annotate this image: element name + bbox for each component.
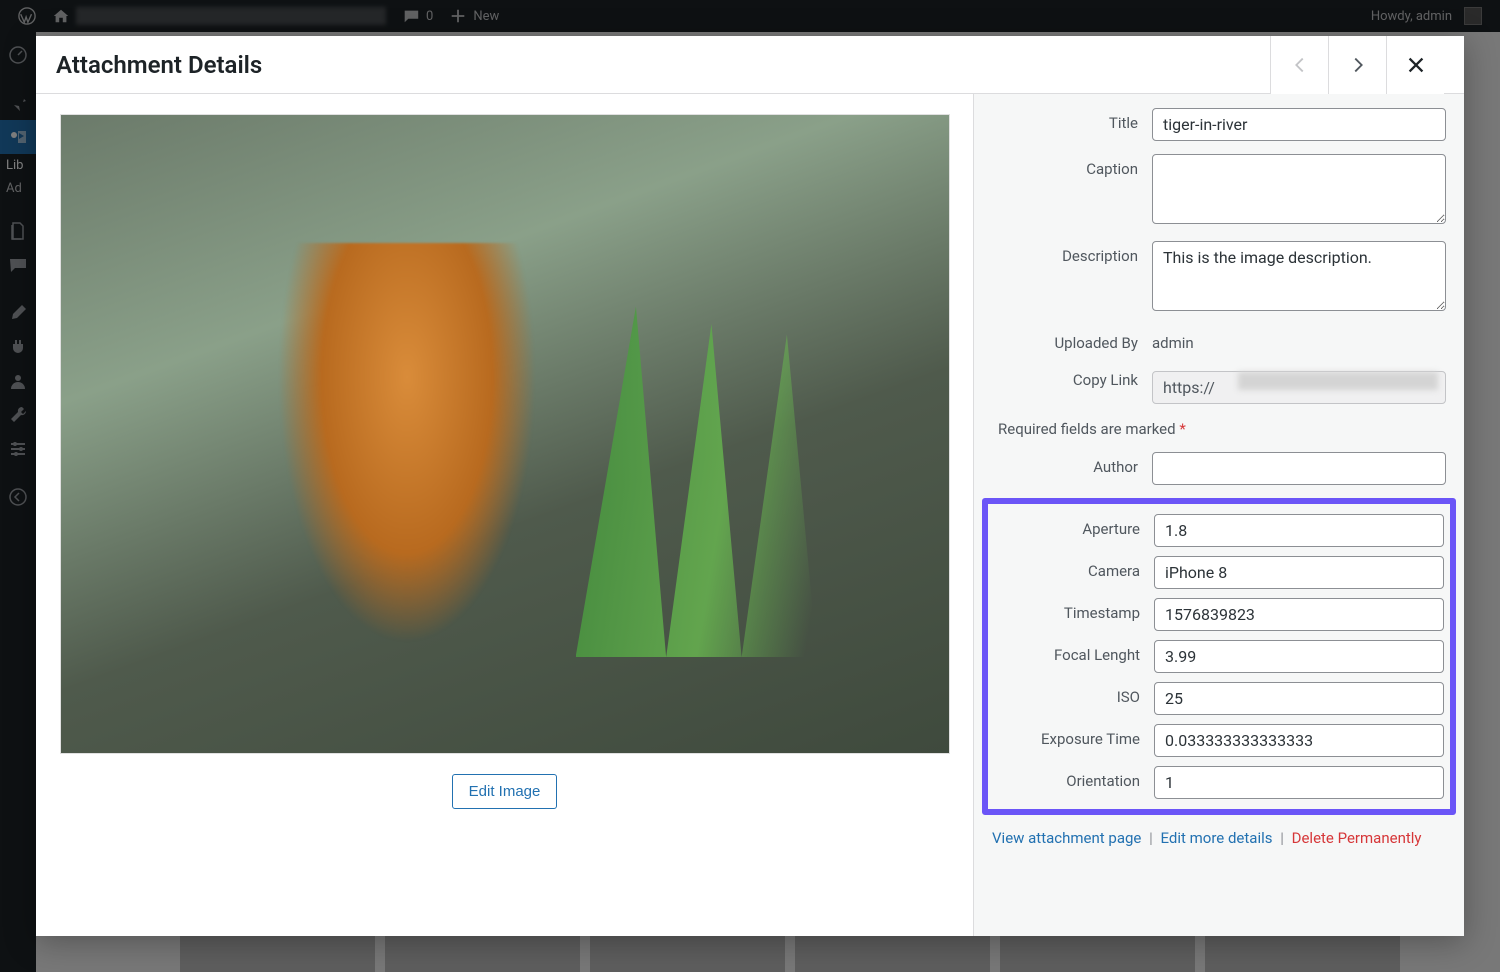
modal-title: Attachment Details <box>56 51 262 79</box>
delete-permanently-link[interactable]: Delete Permanently <box>1292 829 1422 847</box>
description-label: Description <box>992 241 1152 265</box>
camera-label: Camera <box>994 556 1154 580</box>
orientation-input[interactable] <box>1154 766 1444 799</box>
modal-header: Attachment Details <box>36 36 1464 94</box>
author-input[interactable] <box>1152 452 1446 485</box>
title-label: Title <box>992 108 1152 132</box>
title-input[interactable] <box>1152 108 1446 141</box>
next-button[interactable] <box>1328 36 1386 94</box>
close-button[interactable] <box>1386 36 1444 94</box>
caption-input[interactable] <box>1152 154 1446 224</box>
chevron-right-icon <box>1347 54 1369 76</box>
attachment-details-modal: Attachment Details Edit Image Title Capt… <box>36 36 1464 936</box>
required-note: Required fields are marked * <box>998 420 1440 438</box>
exposure-input[interactable] <box>1154 724 1444 757</box>
timestamp-input[interactable] <box>1154 598 1444 631</box>
details-pane: Title Caption Description Uploaded By ad… <box>974 94 1464 936</box>
copy-link-redacted <box>1238 372 1438 390</box>
edit-more-details-link[interactable]: Edit more details <box>1161 829 1273 847</box>
prev-button[interactable] <box>1270 36 1328 94</box>
attachment-actions: View attachment page | Edit more details… <box>992 829 1446 847</box>
close-icon <box>1405 54 1427 76</box>
iso-input[interactable] <box>1154 682 1444 715</box>
uploaded-by-value: admin <box>1152 328 1446 352</box>
iso-label: ISO <box>994 682 1154 706</box>
aperture-input[interactable] <box>1154 514 1444 547</box>
exposure-label: Exposure Time <box>994 724 1154 748</box>
camera-input[interactable] <box>1154 556 1444 589</box>
aperture-label: Aperture <box>994 514 1154 538</box>
attachment-preview-image <box>60 114 950 754</box>
timestamp-label: Timestamp <box>994 598 1154 622</box>
modal-nav <box>1270 36 1444 94</box>
edit-image-button[interactable]: Edit Image <box>452 774 558 809</box>
focal-input[interactable] <box>1154 640 1444 673</box>
author-label: Author <box>992 452 1152 476</box>
focal-label: Focal Lenght <box>994 640 1154 664</box>
chevron-left-icon <box>1289 54 1311 76</box>
description-input[interactable] <box>1152 241 1446 311</box>
caption-label: Caption <box>992 154 1152 178</box>
view-attachment-link[interactable]: View attachment page <box>992 829 1141 847</box>
preview-pane: Edit Image <box>36 94 974 936</box>
exif-fields-highlight: Aperture Camera Timestamp Focal Lenght I… <box>982 498 1456 815</box>
uploaded-by-label: Uploaded By <box>992 328 1152 352</box>
copy-link-label: Copy Link <box>992 365 1152 389</box>
orientation-label: Orientation <box>994 766 1154 790</box>
